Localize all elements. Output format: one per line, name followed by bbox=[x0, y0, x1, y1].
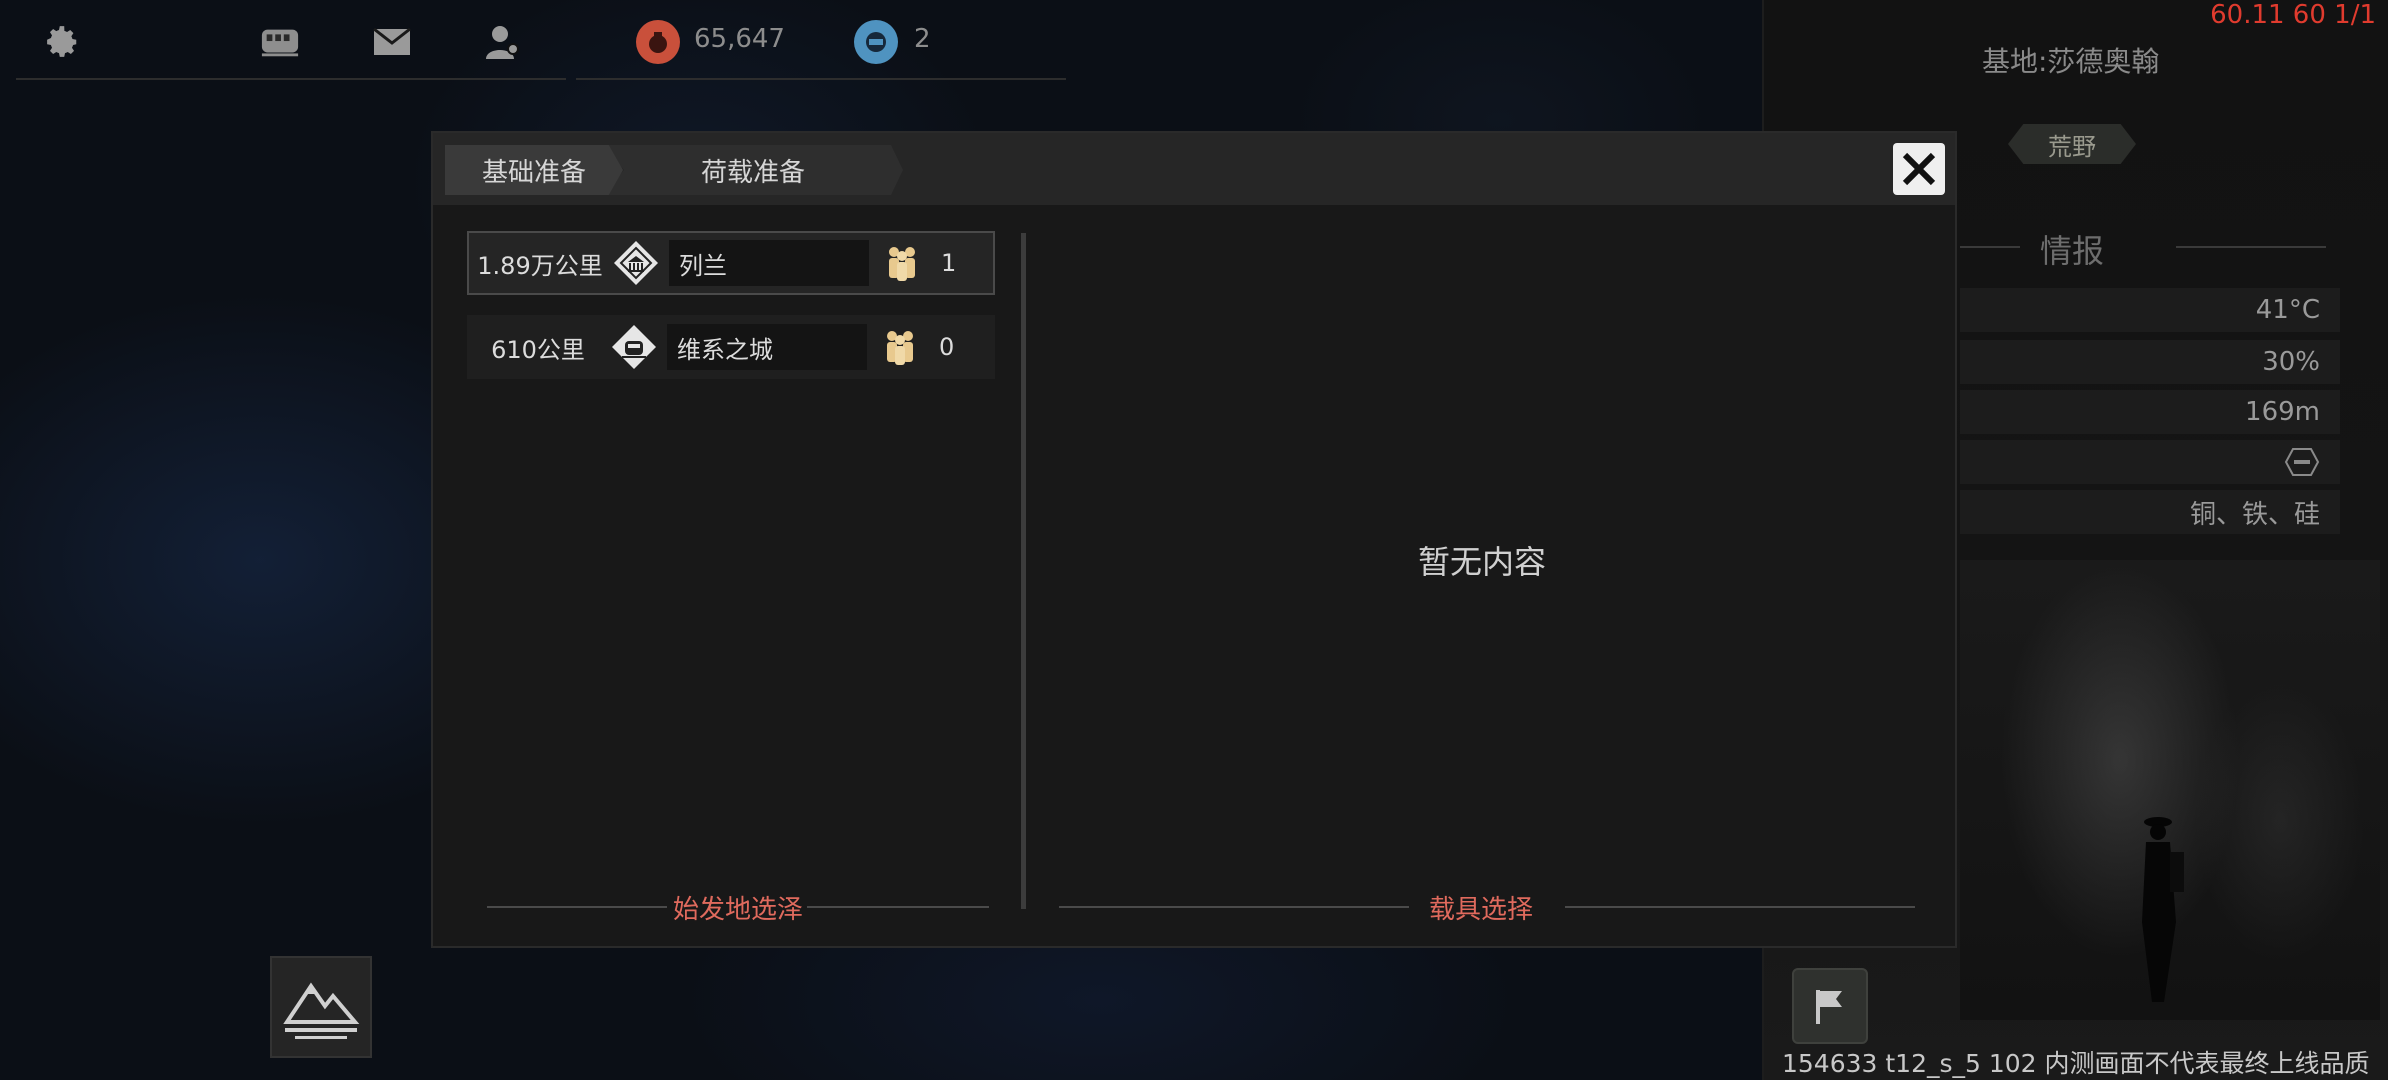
city-train-icon bbox=[609, 322, 659, 372]
info-terrain-row bbox=[1960, 440, 2340, 484]
traveler-figure bbox=[2142, 817, 2184, 1002]
vehicle-line-right bbox=[1565, 906, 1915, 908]
build-watermark: 154633 t12_s_5 102 内测画面不代表最终上线品质 bbox=[1782, 1049, 2370, 1078]
destination-name: 列兰 bbox=[669, 240, 869, 286]
intel-header: 情报 bbox=[2040, 232, 2105, 270]
dialog-header: 荷载准备 基础准备 bbox=[433, 133, 1955, 205]
terrain-hex-icon bbox=[2284, 448, 2320, 476]
tab-label: 基础准备 bbox=[481, 157, 586, 188]
close-button[interactable] bbox=[1893, 143, 1945, 195]
topbar-left bbox=[16, 0, 566, 80]
vehicle-line-left bbox=[1059, 906, 1409, 908]
intel-line-left bbox=[1960, 246, 2020, 248]
tab-label: 荷载准备 bbox=[700, 157, 805, 188]
departure-dialog: 荷载准备 基础准备 1.89万公里 列兰 1 610公里 维系之城 0 始发地选… bbox=[431, 131, 1957, 948]
gear-icon[interactable] bbox=[42, 22, 82, 62]
tab-basic-prep[interactable]: 基础准备 bbox=[445, 145, 623, 195]
info-temperature: 41°C bbox=[1960, 288, 2340, 332]
mail-icon[interactable] bbox=[372, 22, 412, 62]
flag-button[interactable] bbox=[1792, 968, 1868, 1044]
panel-divider[interactable] bbox=[1021, 233, 1026, 909]
tab-cargo-prep[interactable]: 荷载准备 bbox=[603, 145, 903, 195]
info-minerals: 铜、铁、硅 bbox=[1960, 490, 2340, 534]
close-icon bbox=[1902, 152, 1936, 186]
destination-count: 1 bbox=[941, 249, 957, 277]
ticket-value: 2 bbox=[914, 24, 931, 54]
fuel-value: 65,647 bbox=[694, 24, 785, 54]
fuel-icon bbox=[636, 20, 680, 64]
train-icon[interactable] bbox=[260, 22, 300, 62]
destination-name: 维系之城 bbox=[667, 324, 867, 370]
resource-bar: 65,647 2 bbox=[576, 0, 1066, 80]
origin-line-left bbox=[487, 906, 667, 908]
terrain-tag: 荒野 bbox=[2008, 124, 2136, 164]
origin-line-right bbox=[807, 906, 989, 908]
terrain-map-button[interactable] bbox=[270, 956, 372, 1058]
empty-state-text: 暂无内容 bbox=[1418, 543, 1547, 581]
destination-distance: 1.89万公里 bbox=[477, 251, 603, 280]
destination-count: 0 bbox=[939, 333, 955, 361]
ticket-icon bbox=[854, 20, 898, 64]
city-bank-icon bbox=[611, 238, 661, 288]
people-icon bbox=[883, 327, 917, 367]
destination-row[interactable]: 610公里 维系之城 0 bbox=[467, 315, 995, 379]
base-title: 基地:莎德奥翰 bbox=[1982, 45, 2160, 78]
flag-icon bbox=[1816, 990, 1842, 1024]
people-icon bbox=[885, 243, 919, 283]
mountain-icon bbox=[283, 982, 360, 1039]
fps-readout: 60.11 60 1/1 bbox=[2210, 0, 2376, 30]
origin-select-label: 始发地选泽 bbox=[673, 895, 804, 925]
destination-distance: 610公里 bbox=[491, 335, 585, 364]
destination-row[interactable]: 1.89万公里 列兰 1 bbox=[467, 231, 995, 295]
profile-icon[interactable] bbox=[482, 22, 522, 62]
vehicle-select-label: 载具选择 bbox=[1429, 895, 1534, 925]
info-humidity: 30% bbox=[1960, 340, 2340, 384]
info-altitude: 169m bbox=[1960, 390, 2340, 434]
intel-line-right bbox=[2176, 246, 2326, 248]
